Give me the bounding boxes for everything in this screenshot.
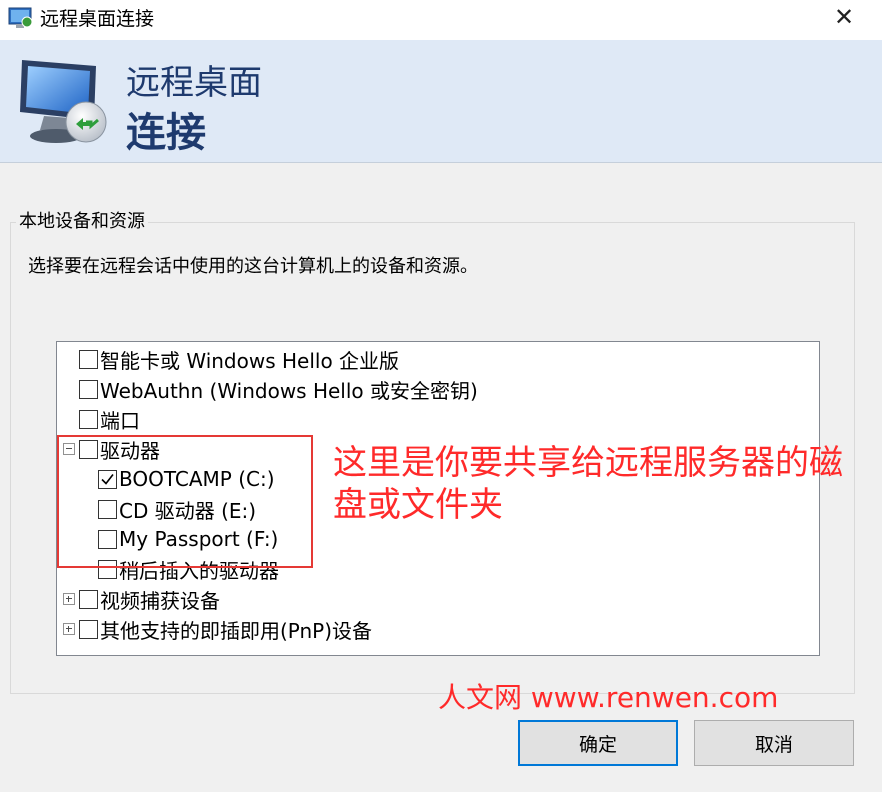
tree-item-label: 视频捕获设备 xyxy=(100,588,220,613)
watermark: 人文网 www.renwen.com xyxy=(438,681,779,714)
checkbox[interactable] xyxy=(79,439,98,459)
banner-title-line1: 远程桌面 xyxy=(126,63,262,103)
window-title: 远程桌面连接 xyxy=(40,8,155,30)
tree-item-label: 稍后插入的驱动器 xyxy=(119,558,279,583)
checkbox-checked[interactable] xyxy=(98,469,117,489)
tree-item-pnp-devices[interactable]: 其他支持的即插即用(PnP)设备 xyxy=(63,614,372,644)
annotation-text: 这里是你要共享给远程服务器的磁盘或文件夹 xyxy=(333,443,843,525)
checkbox[interactable] xyxy=(79,589,98,609)
tree-item-label: 智能卡或 Windows Hello 企业版 xyxy=(100,348,400,373)
expand-icon[interactable] xyxy=(63,593,75,605)
groupbox-description: 选择要在远程会话中使用的这台计算机上的设备和资源。 xyxy=(28,256,478,277)
checkbox[interactable] xyxy=(79,349,98,369)
tree-item-label: WebAuthn (Windows Hello 或安全密钥) xyxy=(100,378,478,403)
ok-button[interactable]: 确定 xyxy=(518,720,678,766)
checkbox[interactable] xyxy=(98,499,117,519)
tree-item-drives[interactable]: 驱动器 xyxy=(63,434,160,464)
tree-item-label: My Passport (F:) xyxy=(119,527,279,551)
tree-item-label: BOOTCAMP (C:) xyxy=(119,467,275,491)
remote-desktop-logo-icon xyxy=(20,60,107,143)
tree-item-label: 端口 xyxy=(100,408,140,433)
tree-item-webauthn[interactable]: WebAuthn (Windows Hello 或安全密钥) xyxy=(79,374,478,404)
expand-icon[interactable] xyxy=(63,623,75,635)
tree-item-later-drives[interactable]: 稍后插入的驱动器 xyxy=(98,554,279,584)
collapse-icon[interactable] xyxy=(63,443,75,455)
checkbox[interactable] xyxy=(79,379,98,399)
remote-desktop-icon xyxy=(8,7,33,28)
close-button[interactable]: ✕ xyxy=(820,0,868,36)
tree-item-label: CD 驱动器 (E:) xyxy=(119,498,257,523)
banner: 远程桌面 连接 xyxy=(0,40,882,163)
checkbox[interactable] xyxy=(79,619,98,639)
tree-item-label: 其他支持的即插即用(PnP)设备 xyxy=(100,618,373,643)
tree-item-drive-e[interactable]: CD 驱动器 (E:) xyxy=(98,494,256,524)
title-bar: 远程桌面连接 ✕ xyxy=(0,0,882,40)
banner-title-line2: 连接 xyxy=(126,110,206,156)
checkbox[interactable] xyxy=(79,409,98,429)
tree-item-label: 驱动器 xyxy=(100,438,160,463)
checkmark-icon xyxy=(101,473,114,485)
checkbox[interactable] xyxy=(98,559,117,579)
tree-item-drive-c[interactable]: BOOTCAMP (C:) xyxy=(98,464,275,494)
tree-item-video-capture[interactable]: 视频捕获设备 xyxy=(63,584,220,614)
tree-item-drive-f[interactable]: My Passport (F:) xyxy=(98,524,278,554)
tree-item-ports[interactable]: 端口 xyxy=(79,404,140,434)
checkbox[interactable] xyxy=(98,529,117,549)
cancel-button[interactable]: 取消 xyxy=(694,720,854,766)
groupbox-label: 本地设备和资源 xyxy=(16,208,148,236)
tree-item-smartcard[interactable]: 智能卡或 Windows Hello 企业版 xyxy=(79,344,399,374)
